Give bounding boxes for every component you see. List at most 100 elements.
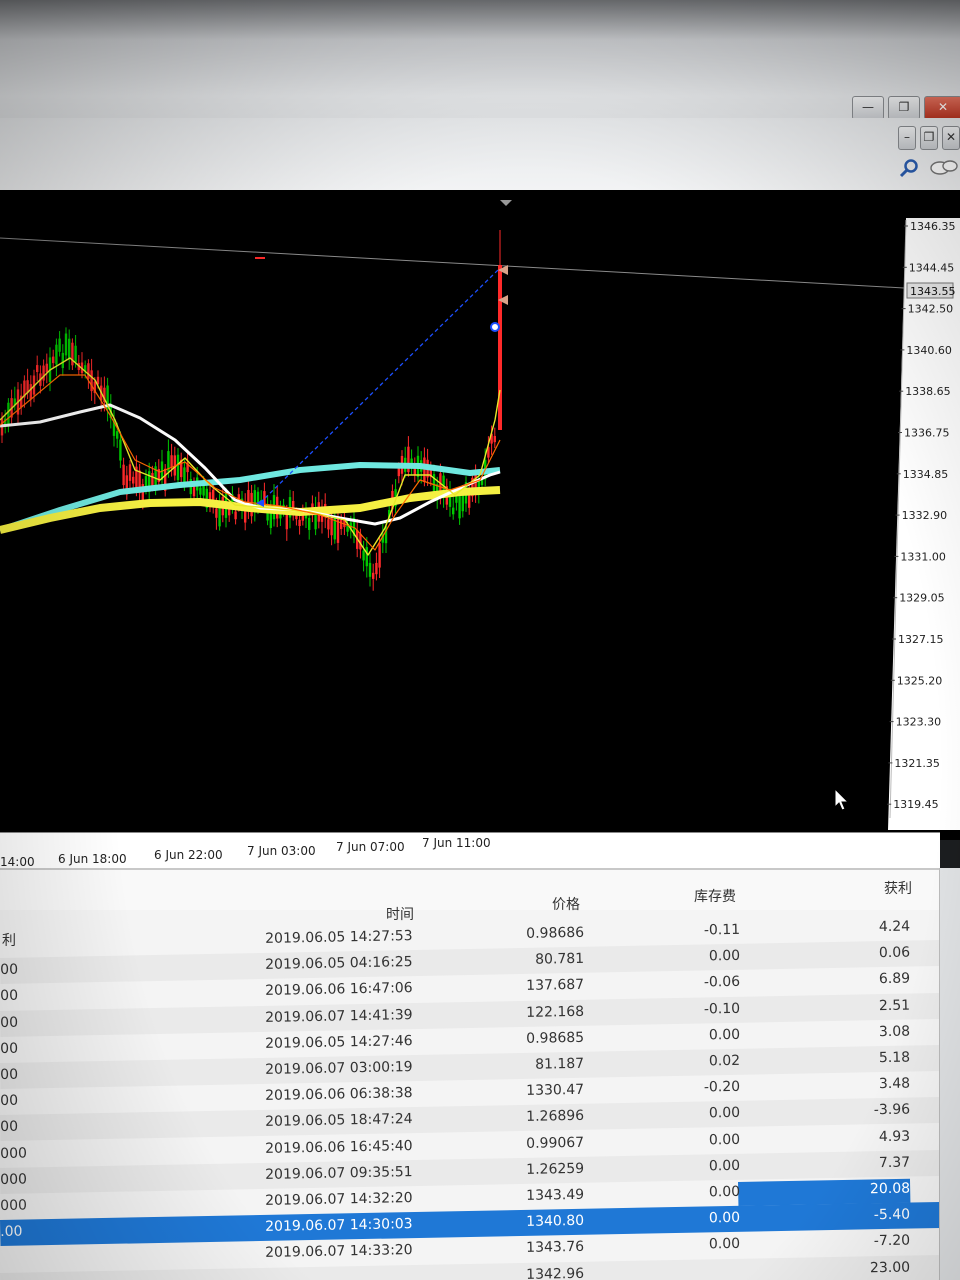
header-profit[interactable]: 获利 [884,878,912,898]
candle-body [176,454,180,480]
candle-body [45,363,48,373]
candle-body [183,467,186,484]
header-price[interactable]: 价格 [552,894,580,914]
candle-body [64,333,68,356]
order-price-cell: 1330.47 [526,1081,585,1100]
order-price-cell: 0.99067 [526,1134,585,1152]
order-swap-cell: 0.00 [708,1131,741,1148]
order-time-cell: 2019.06.05 18:47:24 [265,1111,413,1131]
candle-body [29,384,32,400]
candle-body [330,518,333,536]
price-label: 1327.15 [898,633,944,646]
order-left-cell: 00 [0,1066,19,1083]
order-left-cell: 00 [0,988,19,1005]
order-time-cell: 2019.06.05 04:16:25 [265,954,413,974]
restore-button[interactable]: ❐ [888,96,920,120]
candle-body [340,520,343,530]
order-price-cell: 1.26259 [526,1160,585,1178]
order-left-cell: 00 [0,1092,19,1110]
price-label: 1338.65 [905,385,951,398]
price-label: 1340.60 [906,344,952,357]
price-label: 1344.45 [909,261,955,274]
candle-body [397,467,400,477]
order-profit-cell: 3.08 [878,1023,911,1040]
header-swap[interactable]: 库存费 [694,886,736,906]
order-swap-cell: -0.10 [703,1000,741,1018]
price-label: 1331.00 [900,550,946,563]
order-price-cell: 1343.49 [526,1186,585,1204]
terminal-scrollbar[interactable] [939,868,960,1280]
candle-body [455,496,458,503]
time-label: 7 Jun 07:00 [336,840,405,854]
order-price-cell: 81.187 [534,1055,585,1073]
child-minimize-button[interactable]: – [898,126,916,150]
time-label: 14:00 [0,855,35,869]
candle-body [215,508,218,518]
time-axis: 14:00 6 Jun 18:00 6 Jun 22:00 7 Jun 03:0… [0,832,940,873]
order-profit-cell: 0.06 [878,944,911,962]
time-label: 7 Jun 11:00 [422,836,491,850]
order-time-cell: 2019.06.06 16:45:40 [265,1137,413,1157]
order-time-cell: 2019.06.06 06:38:38 [265,1085,413,1105]
child-close-button[interactable]: ✕ [942,126,960,150]
order-profit-cell: -5.40 [873,1206,911,1224]
order-swap-cell: 0.00 [708,1209,741,1227]
mouse-cursor-icon [834,788,850,811]
order-profit-cell: 4.24 [878,918,911,936]
order-left-cell: 000 [0,1171,28,1188]
order-left-cell: 00 [0,1040,19,1057]
price-label: 1319.45 [893,798,939,811]
order-left-cell: .00 [0,1223,23,1241]
price-label: 1342.50 [908,303,954,316]
search-icon[interactable] [898,158,920,180]
candle-body [298,519,301,527]
order-profit-cell: 4.93 [878,1128,911,1145]
candle-body [116,431,119,439]
order-price-cell: 122.168 [526,1003,585,1021]
candle-body [202,484,205,496]
terminal-header: 利 时间 价格 库存费 获利 [0,870,940,949]
order-profit-cell: 23.00 [869,1259,911,1276]
order-price-cell: 80.781 [534,950,585,968]
candle-body [71,342,74,366]
candle-body [308,517,311,530]
order-swap-cell: -0.06 [703,974,741,991]
price-chart[interactable]: 1346.35 1344.45 1342.50 1340.60 1338.65 1336.… [0,160,960,850]
order-profit-cell: 7.37 [878,1154,911,1171]
candle-body [119,439,122,461]
chart-canvas[interactable]: 1346.35 1344.45 1342.50 1340.60 1338.65 1336.… [0,160,960,850]
close-button[interactable]: ✕ [924,96,960,120]
order-time-cell: 2019.06.05 14:27:46 [265,1032,413,1052]
header-time[interactable]: 时间 [386,904,414,924]
candle-body [74,345,77,363]
price-label: 1329.05 [899,592,945,605]
time-label: 6 Jun 22:00 [154,848,223,862]
order-swap-cell: 0.00 [708,1183,741,1201]
candle-body [423,457,426,483]
order-time-cell: 2019.06.07 03:00:19 [265,1059,413,1078]
order-close-marker-icon [490,322,500,332]
order-price-cell: 0.98686 [526,924,585,942]
order-price-cell: 137.687 [526,977,585,995]
child-restore-button[interactable]: ❐ [920,126,938,150]
time-label: 7 Jun 03:00 [247,844,316,858]
chat-icon[interactable] [928,158,958,180]
price-label: 1346.35 [910,220,956,233]
order-profit-cell: -3.96 [873,1101,911,1119]
candle-body [170,455,173,468]
price-label: 1336.75 [904,427,950,440]
order-profit-cell: -7.20 [873,1232,911,1250]
minimize-button[interactable]: — [852,96,884,120]
candle-body [42,365,45,381]
mt4-screen: — ❐ ✕ – ❐ ✕ 1346.35 1344.45 1342.50 1340.60… [0,0,960,1280]
price-label: 1332.90 [902,509,948,522]
current-price-label: 1343.55 [910,285,956,298]
candle-body [365,547,368,567]
order-swap-cell: 0.00 [708,1105,741,1122]
order-price-cell: 0.98685 [526,1029,585,1047]
order-left-cell: 00 [0,1119,19,1136]
candle-body [452,507,455,515]
candle-body [256,491,260,507]
order-time-cell: 2019.06.07 14:41:39 [265,1006,413,1026]
order-swap-cell: 0.00 [708,1236,741,1253]
